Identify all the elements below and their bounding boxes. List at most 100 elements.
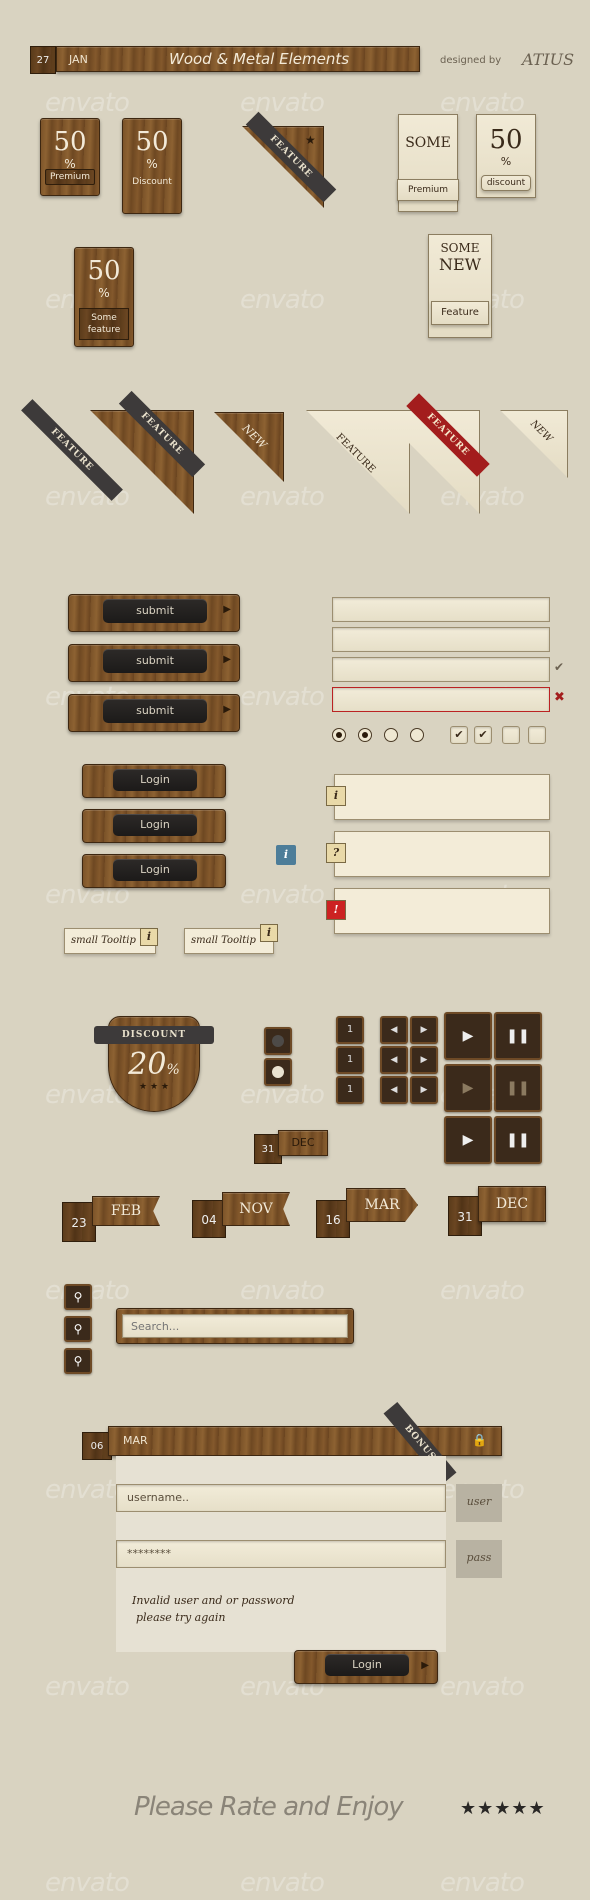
- paper-badge-premium: SOME Premium: [397, 114, 459, 212]
- rating-stars[interactable]: ★★★★★: [460, 1798, 546, 1819]
- prev-button[interactable]: ◀: [380, 1076, 408, 1104]
- badge-value: 50: [87, 256, 121, 286]
- footer-text: Please Rate and Enjoy: [134, 1792, 404, 1822]
- date-tag-1: 31 DEC: [254, 1130, 330, 1164]
- pager-button-1[interactable]: 1: [336, 1016, 364, 1044]
- watermark: envato: [240, 1276, 325, 1306]
- date-day: 04: [192, 1200, 226, 1238]
- small-tooltip-text: small Tooltip: [71, 935, 136, 946]
- password-field[interactable]: ********: [116, 1540, 446, 1568]
- checkbox-checked-2[interactable]: ✔: [474, 726, 492, 744]
- watermark: envato: [45, 1868, 130, 1898]
- alert-icon: !: [326, 900, 346, 920]
- submit-label: submit: [103, 649, 207, 673]
- info-icon: i: [260, 924, 278, 942]
- submit-button-3[interactable]: submit ▶: [68, 694, 240, 732]
- designed-by-label: designed by: [440, 55, 502, 66]
- header-bar: 27 JAN Wood & Metal Elements: [30, 46, 420, 74]
- submit-label: submit: [103, 699, 207, 723]
- error-x-icon: ✖: [554, 690, 565, 705]
- submit-button-1[interactable]: submit ▶: [68, 594, 240, 632]
- text-input-error[interactable]: [332, 687, 550, 712]
- play-button[interactable]: ▶: [444, 1064, 492, 1112]
- check-icon: ✔: [554, 660, 565, 674]
- discount-label: DISCOUNT: [121, 1030, 187, 1040]
- metal-radio-off[interactable]: [264, 1027, 292, 1055]
- badge-value-line2: NEW: [438, 255, 482, 274]
- watermark: envato: [240, 285, 325, 315]
- search-button-2[interactable]: ⚲: [64, 1316, 92, 1342]
- play-button[interactable]: ▶: [444, 1012, 492, 1060]
- tooltip-box-info: [334, 774, 550, 820]
- pause-button[interactable]: ❚❚: [494, 1064, 542, 1112]
- pager-button-2[interactable]: 1: [336, 1046, 364, 1074]
- badge-symbol: %: [500, 155, 512, 168]
- header-day-box: 27: [30, 46, 56, 74]
- pause-button[interactable]: ❚❚: [494, 1116, 542, 1164]
- badge-label: Some feature: [79, 308, 129, 340]
- badge-value-line1: SOME: [440, 241, 480, 255]
- error-line-2: please try again: [136, 1611, 226, 1624]
- watermark: envato: [440, 1276, 525, 1306]
- date-month: NOV: [222, 1192, 290, 1226]
- date-tag-5: 31 DEC: [448, 1186, 548, 1236]
- watermark: envato: [240, 88, 325, 118]
- blue-info-icon: i: [276, 845, 296, 865]
- watermark: envato: [240, 682, 325, 712]
- login-button-1[interactable]: Login: [82, 764, 226, 798]
- prev-button[interactable]: ◀: [380, 1046, 408, 1074]
- info-icon: i: [140, 928, 158, 946]
- radio-checked-2[interactable]: [358, 728, 372, 742]
- radio-unchecked-2[interactable]: [410, 728, 424, 742]
- text-input-1[interactable]: [332, 597, 550, 622]
- next-button[interactable]: ▶: [410, 1016, 438, 1044]
- search-input[interactable]: [122, 1314, 348, 1338]
- next-button[interactable]: ▶: [410, 1046, 438, 1074]
- date-tag-2: 23 FEB: [62, 1196, 162, 1242]
- metal-radio-on[interactable]: [264, 1058, 292, 1086]
- radio-checked-1[interactable]: [332, 728, 346, 742]
- checkbox-unchecked-2[interactable]: [528, 726, 546, 744]
- discount-ribbon: DISCOUNT: [94, 1026, 214, 1044]
- error-line-1: Invalid user and or password: [132, 1594, 295, 1607]
- play-button[interactable]: ▶: [444, 1116, 492, 1164]
- discount-value: 20%: [128, 1047, 180, 1082]
- form-login-button[interactable]: Login ▶: [294, 1650, 438, 1684]
- paper-badge-new-feature: SOME NEW Feature: [428, 234, 492, 338]
- prev-button[interactable]: ◀: [380, 1016, 408, 1044]
- login-button-3[interactable]: Login: [82, 854, 226, 888]
- date-month: DEC: [278, 1130, 328, 1156]
- checkbox-unchecked-1[interactable]: [502, 726, 520, 744]
- watermark: envato: [45, 1672, 130, 1702]
- watermark: envato: [440, 1672, 525, 1702]
- search-frame: [116, 1308, 354, 1344]
- author-signature: ATIUS: [522, 50, 575, 69]
- date-month: MAR: [346, 1188, 418, 1222]
- text-input-2[interactable]: [332, 627, 550, 652]
- search-button-1[interactable]: ⚲: [64, 1284, 92, 1310]
- search-button-3[interactable]: ⚲: [64, 1348, 92, 1374]
- text-input-valid[interactable]: [332, 657, 550, 682]
- header-ribbon: JAN Wood & Metal Elements: [56, 46, 420, 72]
- checkbox-checked-1[interactable]: ✔: [450, 726, 468, 744]
- form-header-bar: MAR 🔒: [108, 1426, 502, 1456]
- pager-button-3[interactable]: 1: [336, 1076, 364, 1104]
- username-field[interactable]: username..: [116, 1484, 446, 1512]
- ribbon-text: FEATURE: [48, 426, 96, 474]
- pause-button[interactable]: ❚❚: [494, 1012, 542, 1060]
- username-placeholder: username..: [127, 1491, 189, 1504]
- badge-label: Feature: [431, 301, 489, 325]
- small-tooltip-text: small Tooltip: [191, 935, 256, 946]
- badge-value: 50: [489, 125, 523, 155]
- error-message: Invalid user and or password please try …: [132, 1592, 295, 1626]
- badge-label: Premium: [45, 169, 95, 185]
- date-month: DEC: [478, 1186, 546, 1222]
- badge-label: discount: [481, 175, 531, 191]
- submit-button-2[interactable]: submit ▶: [68, 644, 240, 682]
- next-button[interactable]: ▶: [410, 1076, 438, 1104]
- tooltip-box-alert: [334, 888, 550, 934]
- watermark: envato: [240, 482, 325, 512]
- login-button-2[interactable]: Login: [82, 809, 226, 843]
- radio-unchecked-1[interactable]: [384, 728, 398, 742]
- date-tag-3: 04 NOV: [192, 1192, 292, 1238]
